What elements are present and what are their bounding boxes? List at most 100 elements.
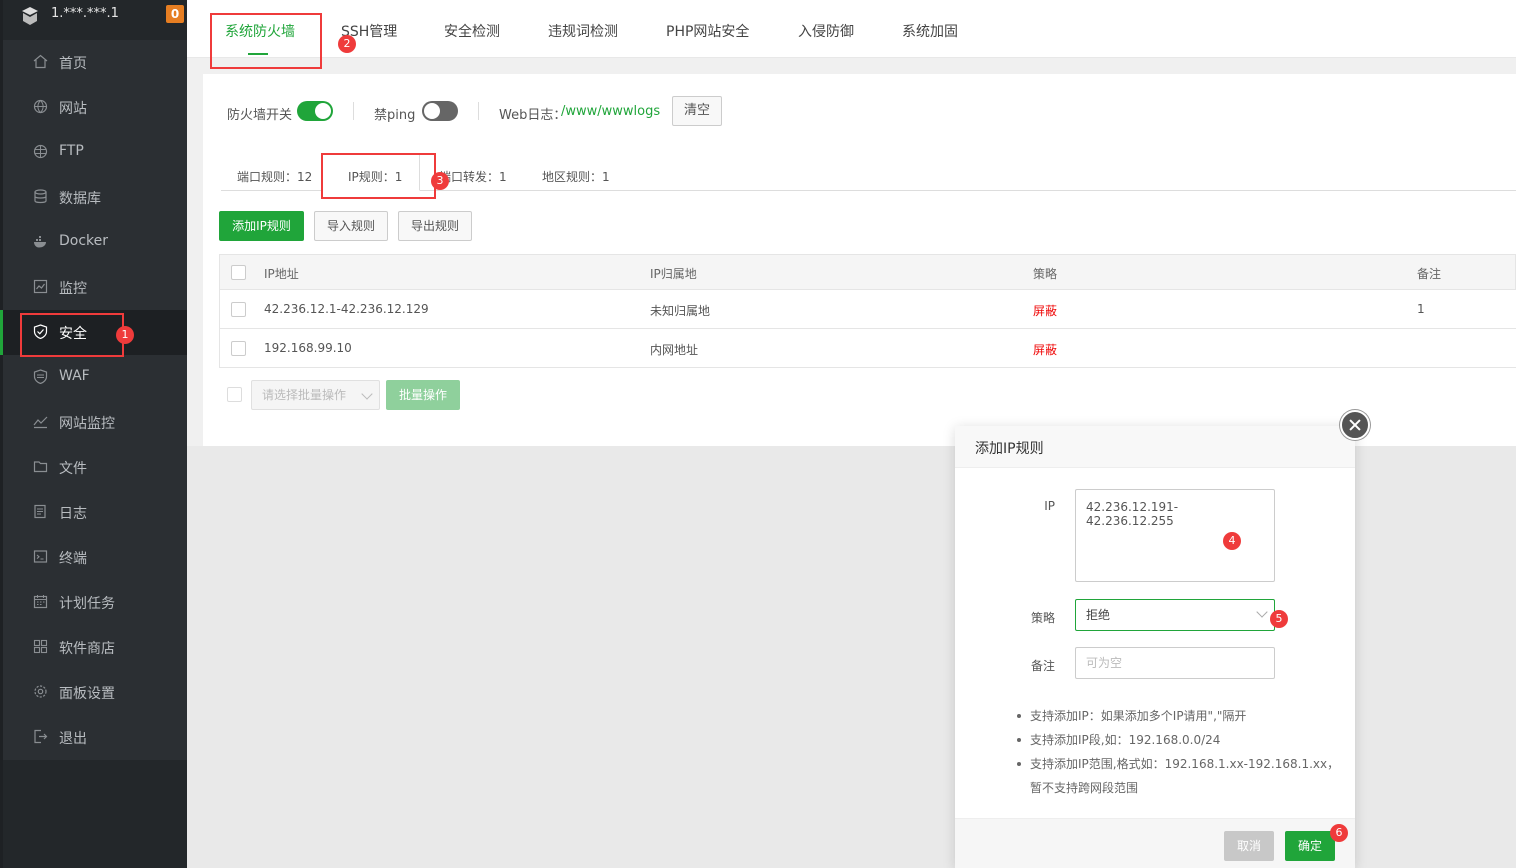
sidebar-item-waf[interactable]: WAF: [3, 355, 187, 400]
divider: [478, 102, 479, 120]
cell-ip: 192.168.99.10: [264, 341, 352, 355]
subtab-region-rules[interactable]: 地区规则：1: [542, 168, 610, 185]
sidebar-item-logs[interactable]: 日志: [3, 490, 187, 535]
sidebar-item-label: 文件: [59, 461, 87, 477]
note-input[interactable]: [1075, 647, 1275, 679]
sidebar-item-label: 网站监控: [59, 416, 115, 432]
subtab-port-forward[interactable]: 端口转发：1: [439, 168, 507, 185]
sidebar-item-label: 日志: [59, 506, 87, 522]
notification-badge[interactable]: 0: [166, 5, 184, 23]
column-header-location: IP归属地: [650, 267, 697, 281]
tip-item: 支持添加IP段,如：192.168.0.0/24: [1015, 728, 1345, 752]
dialog-footer: 取消 确定: [955, 818, 1355, 868]
sidebar-item-terminal[interactable]: 终端: [3, 535, 187, 580]
cell-note: 1: [1417, 302, 1425, 316]
batch-operation-button[interactable]: 批量操作: [386, 380, 460, 410]
batch-select-all-checkbox[interactable]: [227, 387, 242, 402]
sidebar-item-label: 终端: [59, 551, 87, 567]
sidebar-item-label: 网站: [59, 101, 87, 117]
tab-system-hardening[interactable]: 系统加固: [902, 21, 958, 41]
sidebar-item-home[interactable]: 首页: [3, 40, 187, 85]
cell-ip: 42.236.12.1-42.236.12.129: [264, 302, 429, 316]
column-header-policy: 策略: [1033, 267, 1058, 281]
server-logo-icon: [22, 7, 38, 25]
tip-item: 支持添加IP范围,格式如：192.168.1.xx-192.168.1.xx，暂…: [1015, 752, 1345, 800]
subtab-port-rules[interactable]: 端口规则：12: [237, 168, 312, 185]
firewall-switch-toggle[interactable]: [297, 101, 333, 121]
firewall-switch-label: 防火墙开关: [227, 108, 293, 123]
tab-violation-words[interactable]: 违规词检测: [548, 21, 618, 41]
ip-field-label: IP: [1044, 499, 1055, 513]
sidebar-item-label: 软件商店: [59, 641, 115, 657]
divider: [353, 102, 354, 120]
sidebar-item-files[interactable]: 文件: [3, 445, 187, 490]
row-checkbox[interactable]: [231, 341, 246, 356]
annotation-marker: 4: [1223, 532, 1241, 550]
import-rules-button[interactable]: 导入规则: [314, 211, 388, 241]
top-tab-bar: 系统防火墙 SSH管理 安全检测 违规词检测 PHP网站安全 入侵防御 系统加固: [187, 0, 1516, 58]
cell-location: 内网地址: [650, 343, 699, 357]
sidebar-item-cron[interactable]: 计划任务: [3, 580, 187, 625]
annotation-marker: 6: [1330, 824, 1348, 842]
batch-operation-select[interactable]: 请选择批量操作: [251, 380, 380, 410]
close-icon[interactable]: [1340, 410, 1370, 440]
chevron-down-icon: [361, 388, 373, 400]
gear-icon: [34, 685, 47, 698]
chart-line-icon: [33, 416, 48, 429]
column-header-ip: IP地址: [264, 267, 299, 281]
log-icon: [34, 504, 46, 519]
server-name: 1.***.***.1: [51, 6, 119, 21]
folder-icon: [33, 461, 48, 473]
cell-policy[interactable]: 屏蔽: [1033, 341, 1057, 358]
column-header-note: 备注: [1417, 267, 1442, 281]
dialog-header: 添加IP规则: [955, 426, 1355, 468]
row-checkbox[interactable]: [231, 302, 246, 317]
annotation-marker: 5: [1270, 610, 1288, 628]
policy-field-label: 策略: [1030, 611, 1055, 625]
select-all-checkbox[interactable]: [231, 265, 246, 280]
sidebar-item-store[interactable]: 软件商店: [3, 625, 187, 670]
sidebar-item-monitor[interactable]: 监控: [3, 265, 187, 310]
calendar-icon: [33, 595, 48, 609]
clear-log-button[interactable]: 清空: [672, 96, 722, 126]
sidebar-item-docker[interactable]: Docker: [3, 220, 187, 265]
table-row[interactable]: 192.168.99.10 内网地址 屏蔽: [219, 329, 1516, 368]
add-ip-rule-button[interactable]: 添加IP规则: [219, 211, 304, 241]
toggle-knob: [424, 103, 440, 119]
sidebar-item-ftp[interactable]: FTP: [3, 130, 187, 175]
cell-policy[interactable]: 屏蔽: [1033, 302, 1057, 319]
tab-php-security[interactable]: PHP网站安全: [666, 21, 749, 41]
export-rules-button[interactable]: 导出规则: [398, 211, 472, 241]
monitor-icon: [33, 279, 48, 294]
sidebar-item-website[interactable]: 网站: [3, 85, 187, 130]
firewall-settings-row: 防火墙开关 禁ping Web日志： /www/wwwlogs 清空: [227, 96, 1127, 126]
tab-security-scan[interactable]: 安全检测: [444, 21, 500, 41]
sidebar-item-site-monitor[interactable]: 网站监控: [3, 400, 187, 445]
dialog-title: 添加IP规则: [975, 441, 1044, 457]
server-header[interactable]: 1.***.***.1 0: [3, 0, 187, 40]
sidebar-item-logout[interactable]: 退出: [3, 715, 187, 760]
ping-toggle[interactable]: [422, 101, 458, 121]
table-row[interactable]: 42.236.12.1-42.236.12.129 未知归属地 屏蔽 1: [219, 290, 1516, 329]
tab-intrusion-defense[interactable]: 入侵防御: [798, 21, 854, 41]
sidebar: 1.***.***.1 0 首页 网站 FTP 数据库 Docker 监控 安全…: [0, 0, 187, 868]
ip-textarea[interactable]: 42.236.12.191- 42.236.12.255: [1075, 489, 1275, 582]
sidebar-item-database[interactable]: 数据库: [3, 175, 187, 220]
cell-location: 未知归属地: [650, 304, 711, 318]
toggle-knob: [315, 103, 331, 119]
annotation-marker: 2: [338, 35, 356, 53]
weblog-path-link[interactable]: /www/wwwlogs: [561, 104, 660, 119]
sidebar-item-label: 面板设置: [59, 686, 115, 702]
grid-icon: [33, 639, 48, 654]
annotation-marker: 1: [116, 326, 134, 344]
batch-select-placeholder: 请选择批量操作: [262, 388, 347, 402]
home-icon: [33, 54, 48, 69]
confirm-button[interactable]: 确定: [1285, 831, 1335, 861]
policy-select[interactable]: 拒绝: [1075, 599, 1275, 631]
add-ip-rule-dialog: 添加IP规则 IP 42.236.12.191- 42.236.12.255 策…: [955, 426, 1355, 868]
sidebar-item-settings[interactable]: 面板设置: [3, 670, 187, 715]
sidebar-item-label: FTP: [59, 143, 84, 159]
chevron-down-icon: [1256, 606, 1268, 618]
cancel-button[interactable]: 取消: [1224, 831, 1274, 861]
sidebar-item-label: Docker: [59, 233, 109, 249]
